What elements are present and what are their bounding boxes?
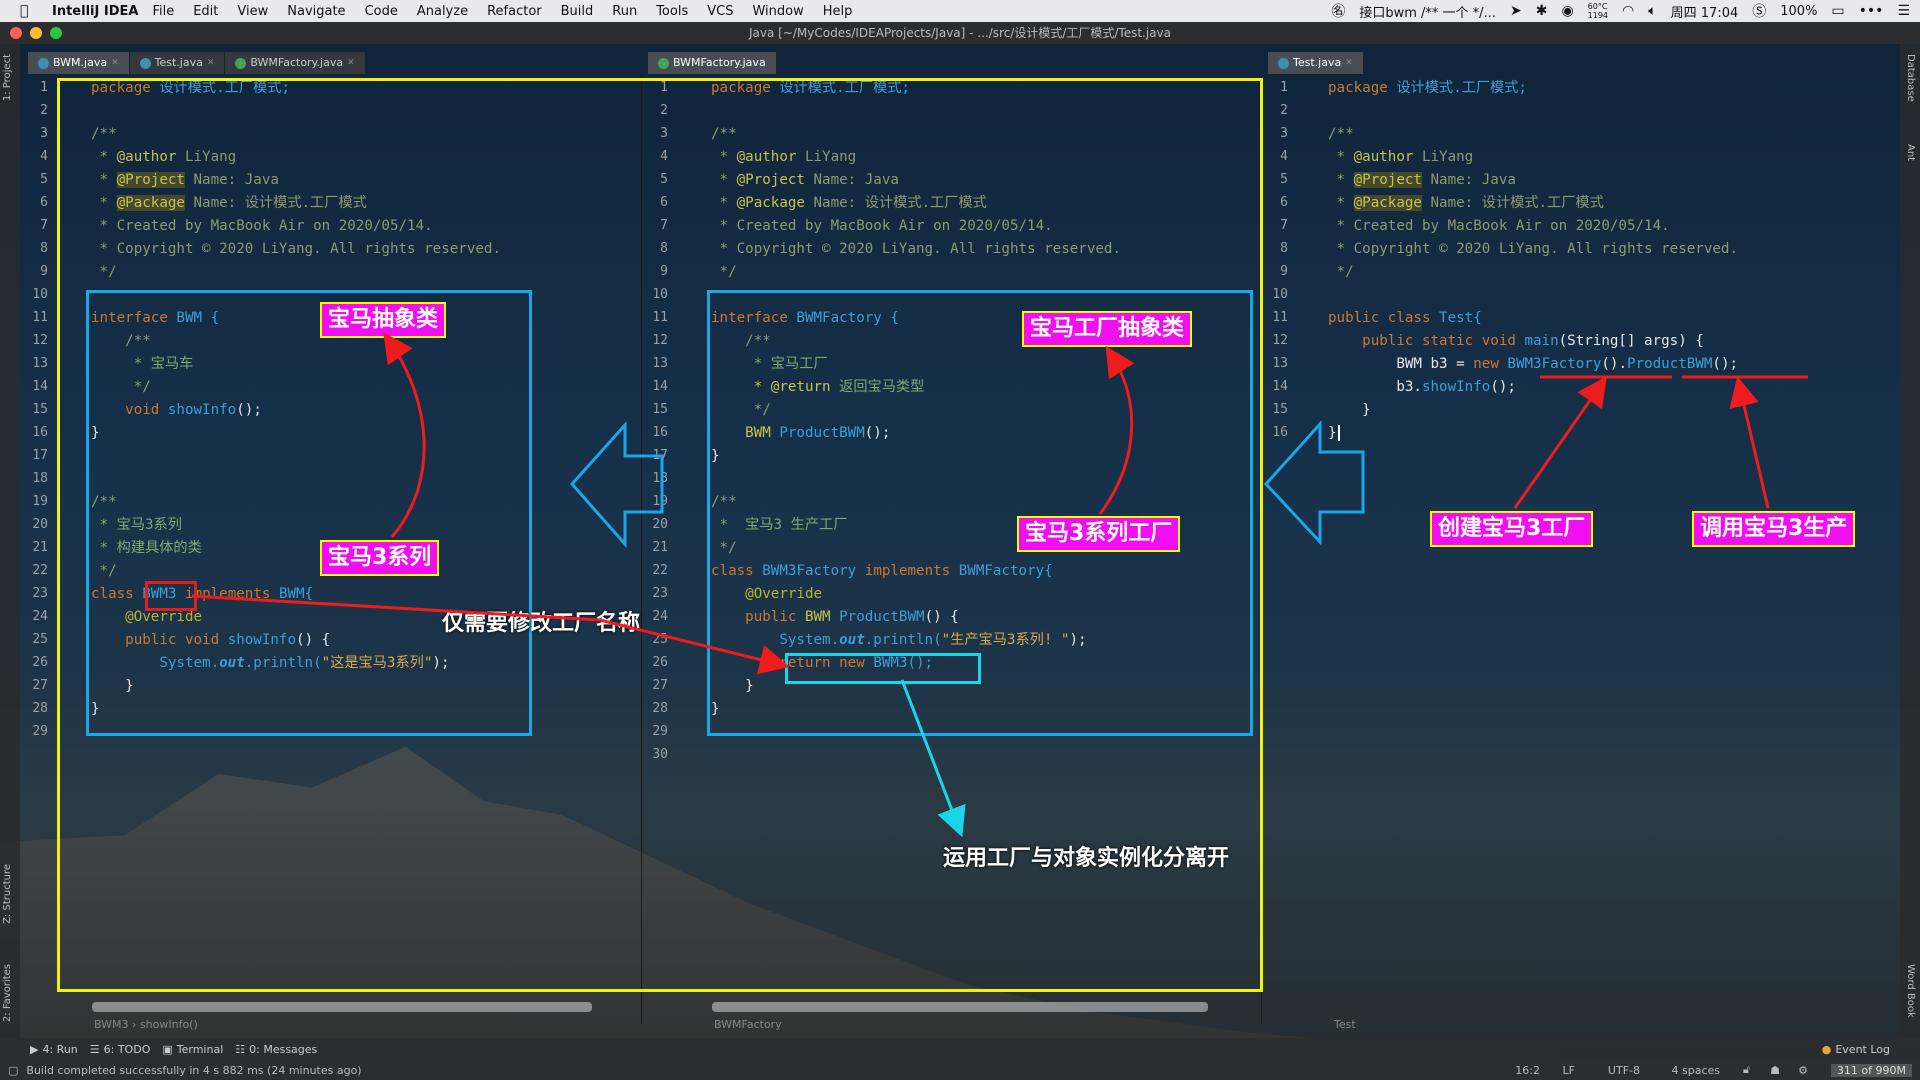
arrow-bwm3-to-return: [191, 594, 790, 675]
arrow-call-produce: [1729, 376, 1770, 509]
hollow-arrow-left-2: [1263, 420, 1365, 546]
arrow-return-to-separate: [900, 679, 966, 838]
hollow-arrow-left-1: [569, 421, 664, 548]
arrow-factory-to-abstract: [1098, 345, 1135, 515]
annotation-arrows: [191, 332, 1808, 838]
arrow-bmw3-to-abstract: [383, 332, 426, 538]
arrow-create-factory: [1513, 376, 1607, 509]
